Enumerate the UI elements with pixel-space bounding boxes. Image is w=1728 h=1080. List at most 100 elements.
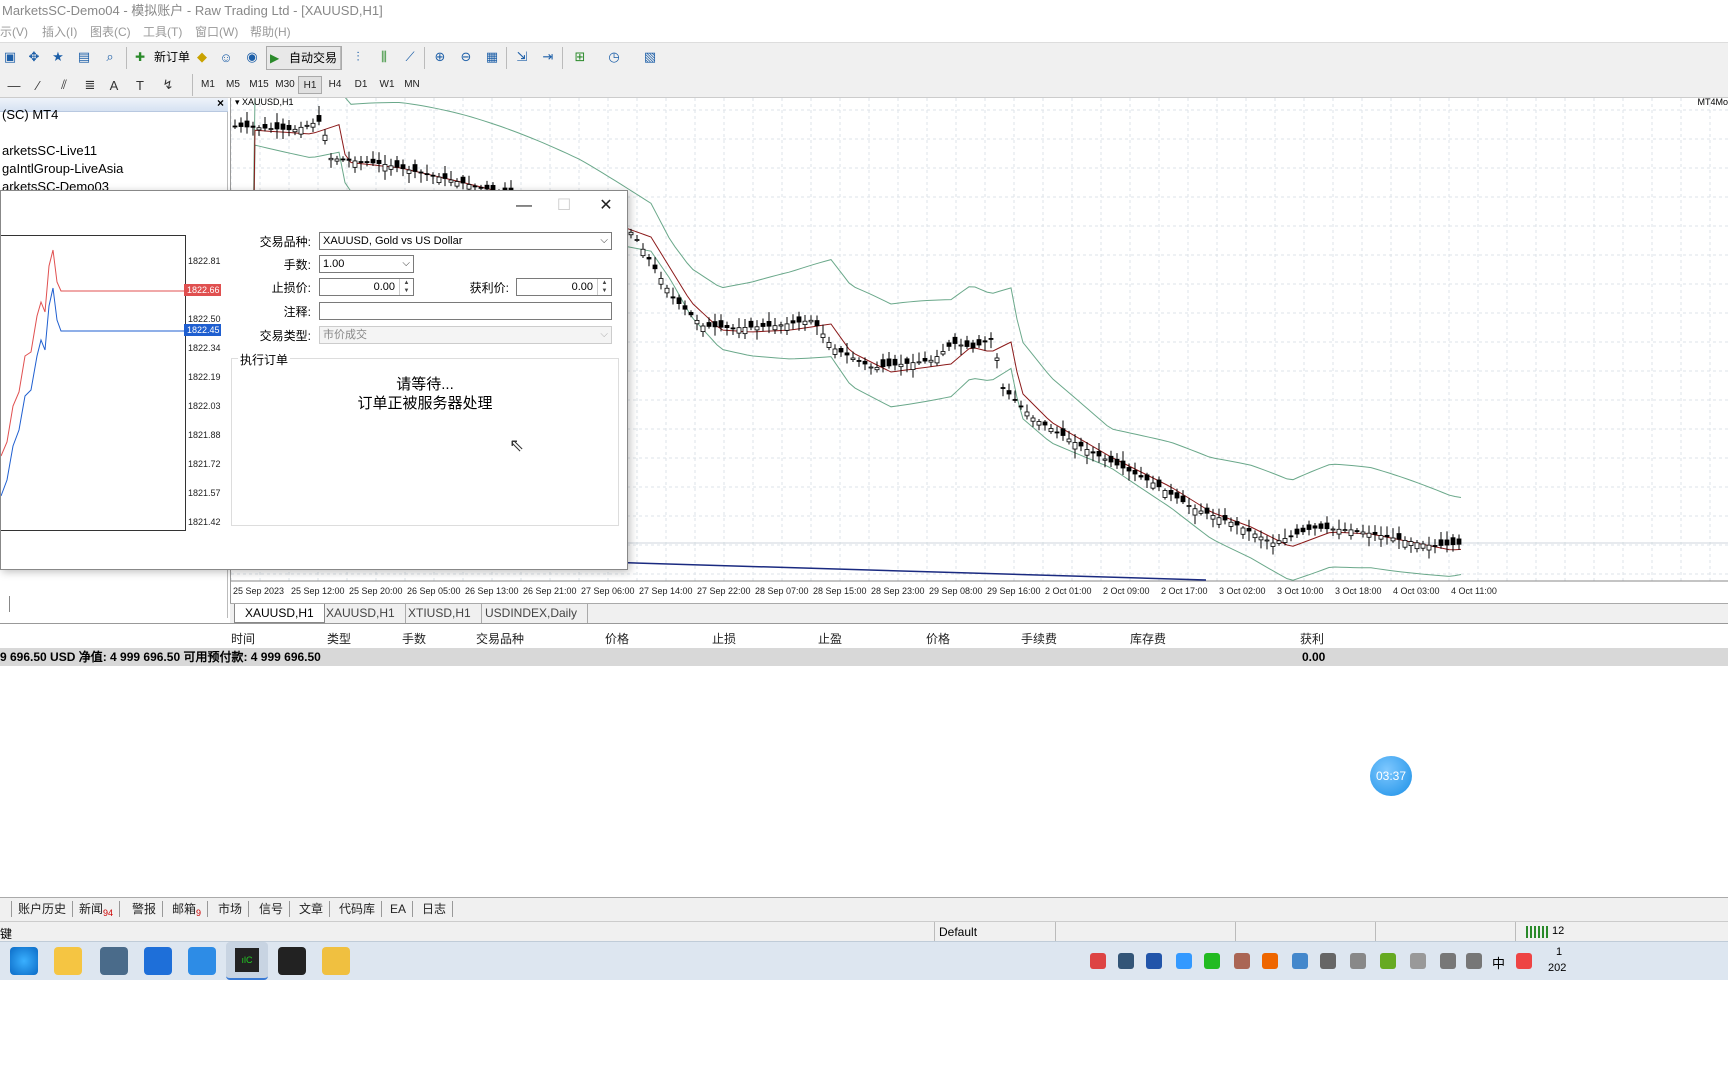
tab-code-base[interactable]: 代码库 — [333, 901, 383, 917]
column-header[interactable]: 获利 — [1300, 630, 1324, 647]
metatrader-icon[interactable]: ılC — [226, 942, 268, 980]
tray-icon[interactable] — [1234, 953, 1250, 969]
column-header[interactable]: 止盈 — [818, 630, 842, 647]
line-chart-icon[interactable]: ⟋ — [400, 47, 420, 67]
microphone-icon[interactable] — [1118, 953, 1134, 969]
timeframe-mn[interactable]: MN — [400, 76, 424, 94]
comment-input[interactable] — [319, 302, 612, 320]
tab-alerts[interactable]: 警报 — [126, 901, 164, 917]
favorites-icon[interactable]: ★ — [48, 47, 68, 67]
tab-chart[interactable]: XAUUSD,H1 — [234, 604, 325, 623]
timeframe-h4[interactable]: H4 — [323, 76, 347, 94]
tray-icon[interactable] — [1146, 953, 1162, 969]
maximize-button[interactable]: ☐ — [549, 195, 579, 217]
app-icon[interactable] — [278, 947, 306, 975]
column-header[interactable]: 时间 — [231, 630, 255, 647]
column-header[interactable]: 价格 — [926, 630, 950, 647]
tab-chart[interactable]: XAUUSD,H1 — [316, 604, 406, 623]
column-header[interactable]: 止损 — [712, 630, 736, 647]
candlestick-icon[interactable]: ⫼ — [374, 47, 394, 67]
tray-icon[interactable] — [1516, 953, 1532, 969]
tab-chart[interactable]: XTIUSD,H1 — [398, 604, 482, 623]
tab-experts[interactable]: EA — [384, 901, 414, 917]
onedrive-icon[interactable] — [1176, 953, 1192, 969]
minimize-button[interactable]: — — [509, 195, 539, 217]
text-label-icon[interactable]: T — [130, 75, 150, 95]
crosshair-icon[interactable]: ✥ — [24, 47, 44, 67]
signals-icon[interactable]: ◉ — [242, 47, 262, 67]
app-icon[interactable] — [322, 947, 350, 975]
edge-icon[interactable] — [10, 947, 38, 975]
timeframe-h1[interactable]: H1 — [298, 76, 322, 94]
navigator-root[interactable]: (SC) MT4 — [2, 107, 58, 122]
strategy-tester-icon[interactable]: ⌕ — [100, 47, 120, 67]
app-icon[interactable] — [144, 947, 172, 975]
close-button[interactable]: ✕ — [591, 195, 621, 217]
tab-chart[interactable]: USDINDEX,Daily — [475, 604, 589, 623]
auto-trading-button[interactable]: ▶ 自动交易 — [266, 46, 343, 70]
file-explorer-icon[interactable] — [54, 947, 82, 975]
tray-icon[interactable] — [1350, 953, 1366, 969]
clock-time[interactable]: 1 — [1556, 946, 1562, 958]
wifi-icon[interactable] — [1440, 953, 1456, 969]
tab-journal[interactable]: 日志 — [416, 901, 454, 917]
scroll-splitter[interactable] — [9, 596, 10, 612]
bar-chart-icon[interactable]: ⫶ — [348, 47, 368, 67]
search-icon[interactable] — [1262, 953, 1278, 969]
chart-icon[interactable]: ▣ — [0, 47, 20, 67]
volume-select[interactable]: 1.00 ⌵ — [319, 255, 414, 273]
timeframe-m1[interactable]: M1 — [196, 76, 220, 94]
tab-news[interactable]: 新闻94 — [73, 901, 121, 918]
timeframe-w1[interactable]: W1 — [375, 76, 399, 94]
tab-account-history[interactable]: 账户历史 — [12, 901, 74, 917]
horizontal-line-icon[interactable]: — — [4, 75, 24, 95]
trendline-icon[interactable]: ∕ — [28, 75, 48, 95]
column-header[interactable]: 交易品种 — [476, 630, 524, 647]
take-profit-input[interactable]: 0.00 ▲ ▼ — [516, 278, 612, 296]
navigator-account[interactable]: arketsSC-Live11 — [2, 143, 97, 158]
timeframe-m30[interactable]: M30 — [273, 76, 297, 94]
tray-icon[interactable] — [1320, 953, 1336, 969]
tray-icon[interactable] — [1410, 953, 1426, 969]
tab-articles[interactable]: 文章 — [293, 901, 331, 917]
navigator-account[interactable]: gaIntlGroup-LiveAsia — [2, 161, 123, 176]
zoom-out-icon[interactable]: ⊖ — [456, 47, 476, 67]
wechat-icon[interactable] — [1204, 953, 1220, 969]
menu-tools[interactable]: 工具(T) — [143, 22, 182, 42]
tab-market[interactable]: 市场 — [212, 901, 250, 917]
arrows-icon[interactable]: ↯ — [158, 75, 178, 95]
calculator-icon[interactable] — [100, 947, 128, 975]
menu-view[interactable]: 示(V) — [0, 22, 28, 42]
column-header[interactable]: 手数 — [402, 630, 426, 647]
menu-charts[interactable]: 图表(C) — [90, 22, 131, 42]
channel-icon[interactable]: ⫽ — [54, 75, 74, 95]
timeframe-d1[interactable]: D1 — [349, 76, 373, 94]
clock-date[interactable]: 202 — [1548, 962, 1566, 974]
menu-insert[interactable]: 插入(I) — [42, 22, 77, 42]
column-header[interactable]: 类型 — [327, 630, 351, 647]
text-icon[interactable]: A — [104, 75, 124, 95]
timeframe-m15[interactable]: M15 — [247, 76, 271, 94]
tab-mailbox[interactable]: 邮箱9 — [166, 901, 209, 918]
autoscroll-icon[interactable]: ⇲ — [512, 47, 532, 67]
app-icon[interactable] — [188, 947, 216, 975]
order-type-select[interactable]: 市价成交 ⌵ — [319, 326, 612, 344]
timeframe-m5[interactable]: M5 — [221, 76, 245, 94]
navigator-icon[interactable]: ▤ — [74, 47, 94, 67]
terminal-icon[interactable]: ☺ — [216, 47, 236, 67]
chrome-icon[interactable] — [1292, 953, 1308, 969]
zoom-in-icon[interactable]: ⊕ — [430, 47, 450, 67]
meta-editor-icon[interactable]: ◆ — [192, 47, 212, 67]
periods-icon[interactable]: ◷ — [604, 47, 624, 67]
templates-icon[interactable]: ▧ — [640, 47, 660, 67]
fibonacci-icon[interactable]: ≣ — [80, 75, 100, 95]
volume-icon[interactable] — [1466, 953, 1482, 969]
column-header[interactable]: 价格 — [605, 630, 629, 647]
nvidia-icon[interactable] — [1380, 953, 1396, 969]
chart-shift-icon[interactable]: ⇥ — [538, 47, 558, 67]
column-header[interactable]: 手续费 — [1021, 630, 1057, 647]
new-order-button[interactable]: ✚ 新订单 — [132, 46, 194, 70]
ime-indicator[interactable]: 中 — [1492, 953, 1505, 972]
symbol-select[interactable]: XAUUSD, Gold vs US Dollar ⌵ — [319, 232, 612, 250]
tile-windows-icon[interactable]: ▦ — [482, 47, 502, 67]
